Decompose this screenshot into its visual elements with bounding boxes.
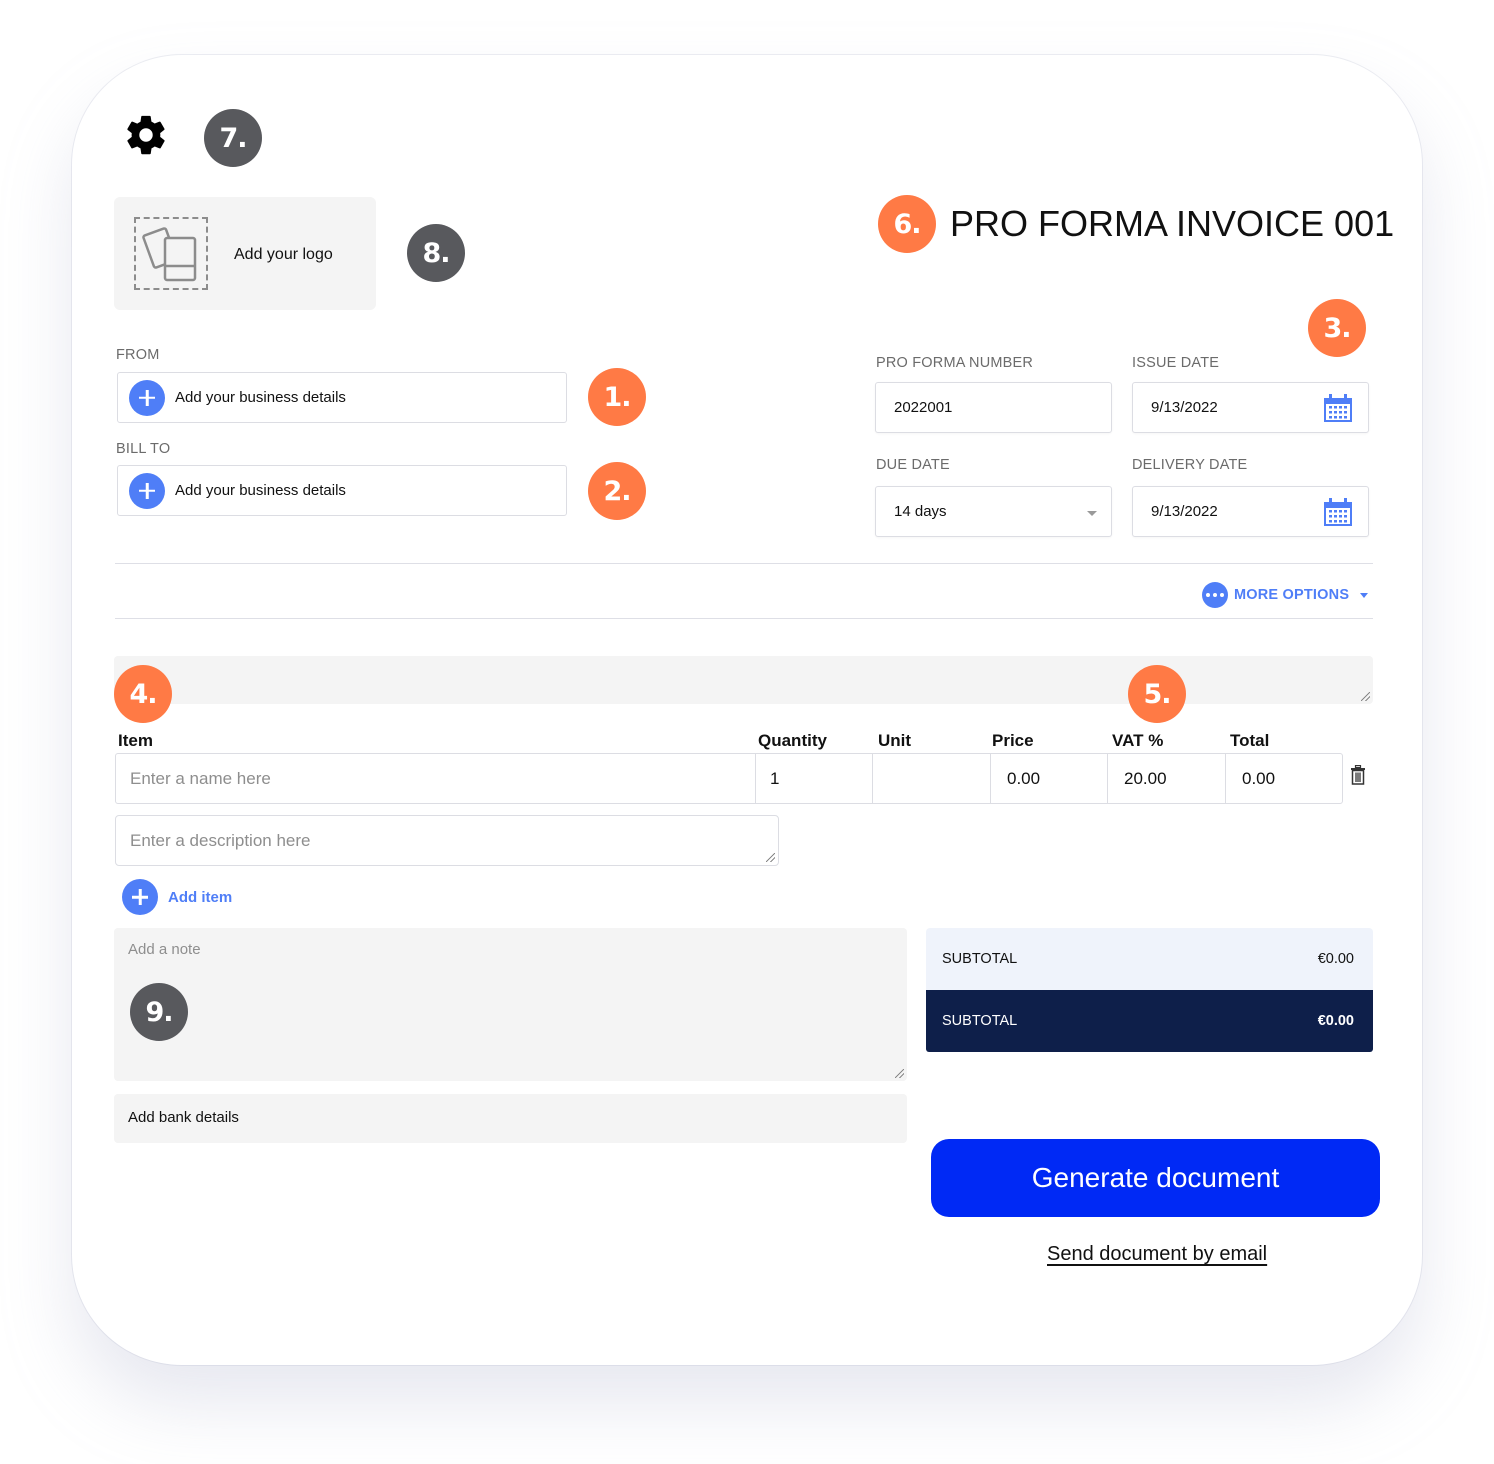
from-business-label: Add your business details <box>175 389 346 406</box>
note-placeholder: Add a note <box>128 941 201 958</box>
total-value: €0.00 <box>1317 1013 1354 1029</box>
total-label: SUBTOTAL <box>942 1013 1018 1029</box>
item-total-field: 0.00 <box>1225 753 1343 804</box>
more-options-label: MORE OPTIONS <box>1234 587 1350 603</box>
calendar-icon[interactable] <box>1322 392 1354 424</box>
plus-icon <box>122 879 158 915</box>
divider <box>115 563 1373 564</box>
item-vat-input[interactable]: 20.00 <box>1107 753 1226 804</box>
add-logo-label: Add your logo <box>234 246 333 263</box>
delivery-date-label: DELIVERY DATE <box>1132 457 1248 473</box>
plus-icon <box>129 472 165 509</box>
trash-icon[interactable] <box>1350 765 1366 785</box>
item-name-placeholder: Enter a name here <box>130 768 271 788</box>
calendar-icon[interactable] <box>1322 496 1354 528</box>
pro-forma-number-label: PRO FORMA NUMBER <box>876 355 1034 371</box>
due-date-value: 14 days <box>894 503 947 520</box>
due-date-select[interactable]: 14 days <box>875 486 1112 537</box>
delivery-date-input[interactable]: 9/13/2022 <box>1132 486 1369 537</box>
due-date-label: DUE DATE <box>876 457 950 473</box>
item-price-input[interactable]: 0.00 <box>990 753 1108 804</box>
item-quantity-value: 1 <box>770 768 780 788</box>
badge-7: 7. <box>204 109 262 167</box>
note-textarea[interactable]: Add a note <box>114 928 907 1081</box>
resize-handle-icon[interactable] <box>895 1069 904 1078</box>
issue-date-input[interactable]: 9/13/2022 <box>1132 382 1369 433</box>
delivery-date-value: 9/13/2022 <box>1151 503 1218 520</box>
total-row: SUBTOTAL €0.00 <box>926 990 1373 1052</box>
add-logo-button[interactable]: Add your logo <box>114 197 376 310</box>
badge-8: 8. <box>407 224 465 282</box>
bill-to-business-button[interactable]: Add your business details <box>117 465 567 516</box>
column-header-item: Item <box>118 731 153 750</box>
column-header-vat: VAT % <box>1112 731 1164 750</box>
badge-3: 3. <box>1308 299 1366 357</box>
bill-to-label: BILL TO <box>116 441 171 457</box>
badge-2: 2. <box>588 462 646 520</box>
item-price-value: 0.00 <box>1007 768 1041 788</box>
resize-handle-icon[interactable] <box>1361 692 1370 701</box>
column-header-price: Price <box>992 731 1034 750</box>
document-title[interactable]: PRO FORMA INVOICE 001 <box>950 203 1394 245</box>
item-quantity-input[interactable]: 1 <box>755 753 873 804</box>
badge-4: 4. <box>114 665 172 723</box>
chevron-down-icon <box>1360 592 1369 598</box>
item-description-placeholder: Enter a description here <box>130 830 311 850</box>
image-placeholder-icon <box>142 227 197 282</box>
issue-date-value: 9/13/2022 <box>1151 399 1218 416</box>
column-header-quantity: Quantity <box>758 731 827 750</box>
item-unit-input[interactable] <box>872 753 991 804</box>
plus-icon <box>129 379 165 416</box>
subtotal-row: SUBTOTAL €0.00 <box>926 928 1373 990</box>
pro-forma-number-input[interactable]: 2022001 <box>875 382 1112 433</box>
from-label: FROM <box>116 347 160 363</box>
dropdown-caret-icon <box>1087 511 1097 516</box>
column-header-total: Total <box>1230 731 1270 750</box>
logo-dropzone <box>134 217 208 290</box>
more-dots-icon <box>1202 582 1228 608</box>
issue-date-label: ISSUE DATE <box>1132 355 1220 371</box>
badge-6: 6. <box>878 195 936 253</box>
add-item-button[interactable]: Add item <box>122 879 232 915</box>
item-description-textarea[interactable]: Enter a description here <box>115 815 779 866</box>
add-bank-details-button[interactable]: Add bank details <box>114 1094 907 1143</box>
from-business-button[interactable]: Add your business details <box>117 372 567 423</box>
badge-5: 5. <box>1128 665 1186 723</box>
item-vat-value: 20.00 <box>1124 768 1167 788</box>
bill-to-business-label: Add your business details <box>175 482 346 499</box>
divider <box>115 618 1373 619</box>
badge-1: 1. <box>588 368 646 426</box>
add-item-label: Add item <box>168 888 233 906</box>
send-by-email-link[interactable]: Send document by email <box>1047 1243 1267 1266</box>
item-name-input[interactable]: Enter a name here <box>115 753 756 804</box>
subtotal-value: €0.00 <box>1317 951 1354 967</box>
item-total-value: 0.00 <box>1242 768 1276 788</box>
gear-icon[interactable] <box>123 112 169 158</box>
pro-forma-number-value: 2022001 <box>894 399 953 416</box>
bank-details-label: Add bank details <box>128 1109 239 1126</box>
column-header-unit: Unit <box>878 731 912 750</box>
badge-9: 9. <box>130 983 188 1041</box>
subtotal-label: SUBTOTAL <box>942 951 1018 967</box>
resize-handle-icon[interactable] <box>766 853 775 862</box>
more-options-button[interactable]: MORE OPTIONS <box>1202 582 1369 608</box>
generate-document-button[interactable]: Generate document <box>931 1139 1380 1217</box>
